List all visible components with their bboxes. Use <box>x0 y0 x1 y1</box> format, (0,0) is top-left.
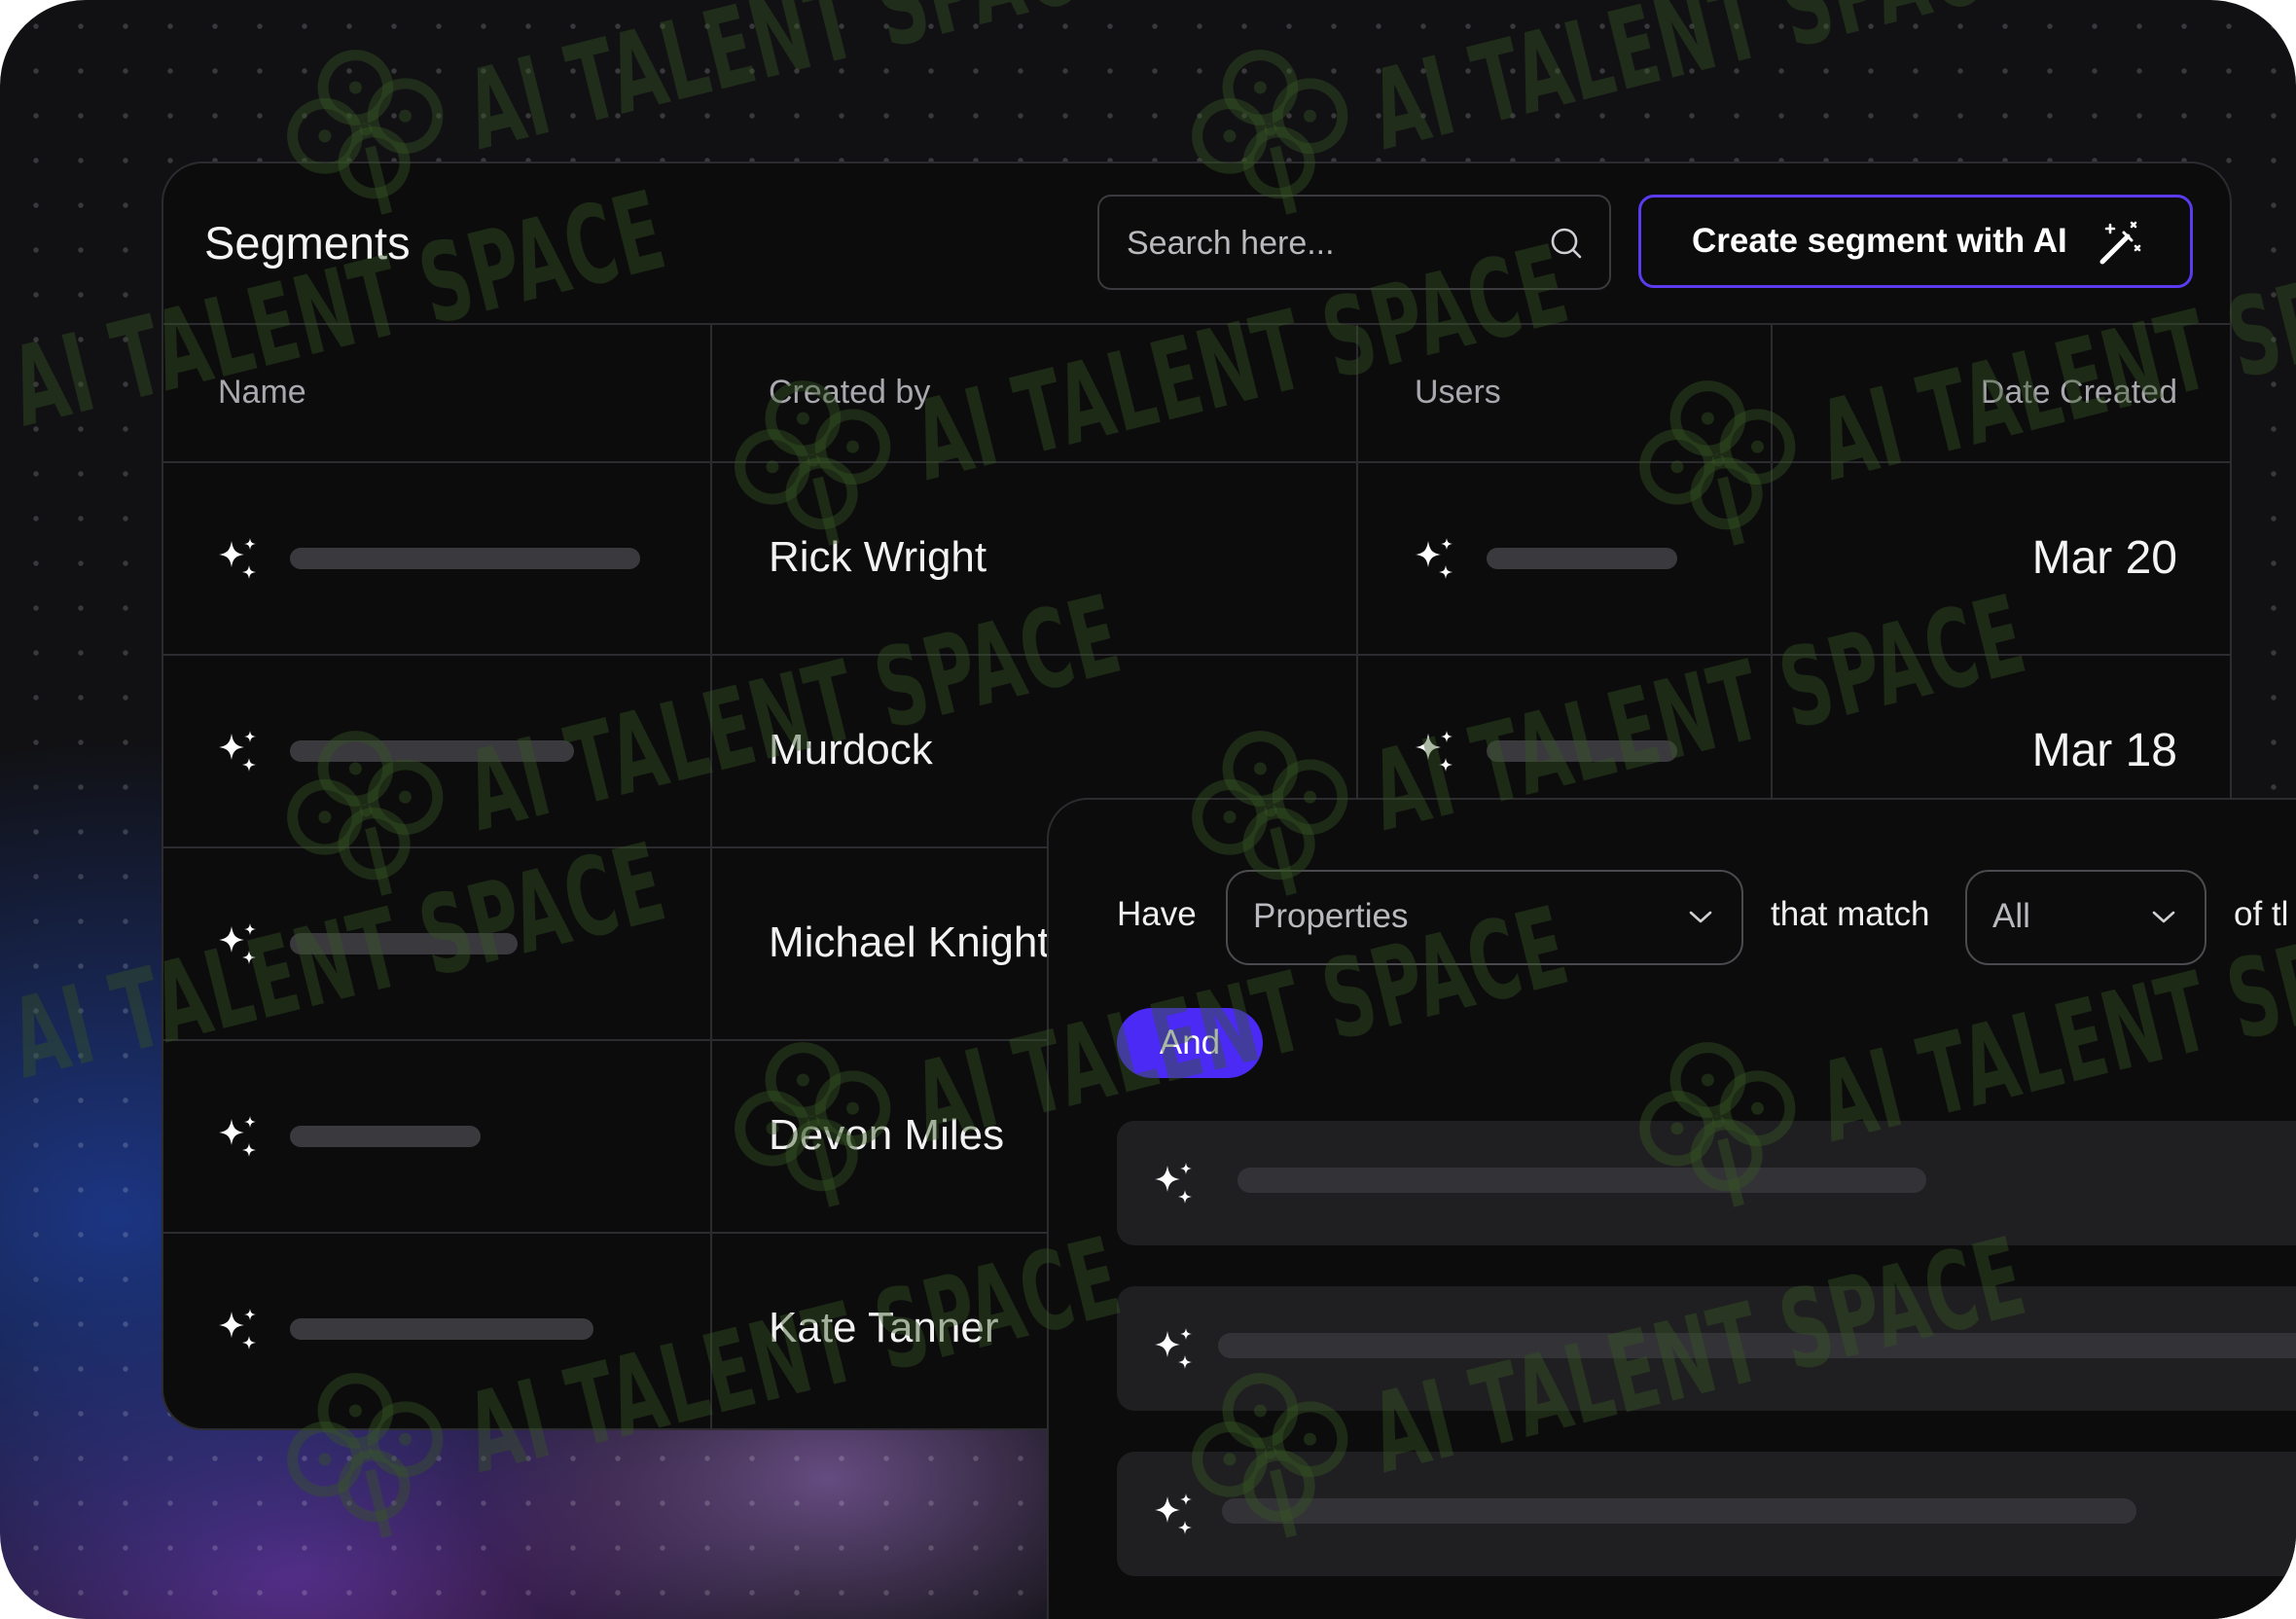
date-created-cell: Mar 20 <box>2031 532 2177 584</box>
filter-rule-row[interactable] <box>1117 1286 2296 1411</box>
created-by-cell: Devon Miles <box>769 1111 1005 1159</box>
match-label: that match <box>1771 895 1930 933</box>
have-label: Have <box>1117 895 1197 933</box>
sparkles-icon <box>1150 1160 1197 1206</box>
filter-rule-row[interactable] <box>1117 1121 2296 1245</box>
trailing-label: of tl <box>2234 895 2289 933</box>
search-box[interactable] <box>1097 195 1611 290</box>
page-title: Segments <box>204 217 411 269</box>
app-frame: Segments Create segment with AI <box>0 0 2296 1619</box>
created-by-cell: Kate Tanner <box>769 1304 999 1351</box>
users-placeholder-bar <box>1487 740 1677 762</box>
users-placeholder-bar <box>1487 548 1677 569</box>
sparkles-icon <box>1150 1325 1197 1372</box>
column-header-created-by[interactable]: Created by <box>769 374 930 422</box>
column-header-date-created[interactable]: Date Created <box>1969 374 2177 422</box>
chevron-down-icon <box>2152 911 2175 923</box>
rule-placeholder-bar <box>1222 1498 2136 1524</box>
created-by-cell: Rick Wright <box>769 533 987 581</box>
column-header-users[interactable]: Users <box>1415 374 1501 422</box>
sparkles-icon <box>1150 1491 1197 1537</box>
sparkles-icon <box>214 1113 261 1160</box>
name-placeholder-bar <box>290 933 518 954</box>
column-divider <box>710 323 712 1428</box>
match-dropdown[interactable]: All <box>1965 870 2206 965</box>
create-segment-ai-label: Create segment with AI <box>1692 222 2067 260</box>
created-by-cell: Michael Knight <box>769 918 1050 966</box>
row-divider <box>163 654 2230 656</box>
create-segment-ai-button[interactable]: Create segment with AI <box>1638 195 2193 288</box>
sparkles-icon <box>214 535 261 582</box>
match-dropdown-value: All <box>1992 897 2030 935</box>
sparkles-icon <box>214 1306 261 1352</box>
row-divider <box>163 461 2230 463</box>
chevron-down-icon <box>1689 911 1712 923</box>
sparkles-icon <box>1411 728 1457 774</box>
sparkles-icon <box>214 728 261 774</box>
properties-dropdown[interactable]: Properties <box>1226 870 1743 965</box>
search-input[interactable] <box>1125 197 1537 290</box>
name-placeholder-bar <box>290 740 574 762</box>
date-created-cell: Mar 18 <box>2031 725 2177 776</box>
and-operator-pill[interactable]: And <box>1117 1008 1263 1078</box>
properties-dropdown-value: Properties <box>1253 897 1409 935</box>
sparkles-icon <box>214 920 261 967</box>
name-placeholder-bar <box>290 1126 481 1147</box>
magic-wand-icon <box>2099 221 2141 265</box>
rule-placeholder-bar <box>1238 1168 1926 1193</box>
search-icon[interactable] <box>1549 226 1584 261</box>
table-header-divider <box>163 323 2230 325</box>
segment-filter-panel: Have Properties that match All of tl And <box>1047 798 2296 1619</box>
column-header-name[interactable]: Name <box>218 374 306 422</box>
sparkles-icon <box>1411 535 1457 582</box>
name-placeholder-bar <box>290 1318 593 1340</box>
name-placeholder-bar <box>290 548 640 569</box>
created-by-cell: Murdock <box>769 726 933 774</box>
filter-rule-row[interactable] <box>1117 1452 2296 1576</box>
rule-placeholder-bar <box>1218 1333 2296 1358</box>
